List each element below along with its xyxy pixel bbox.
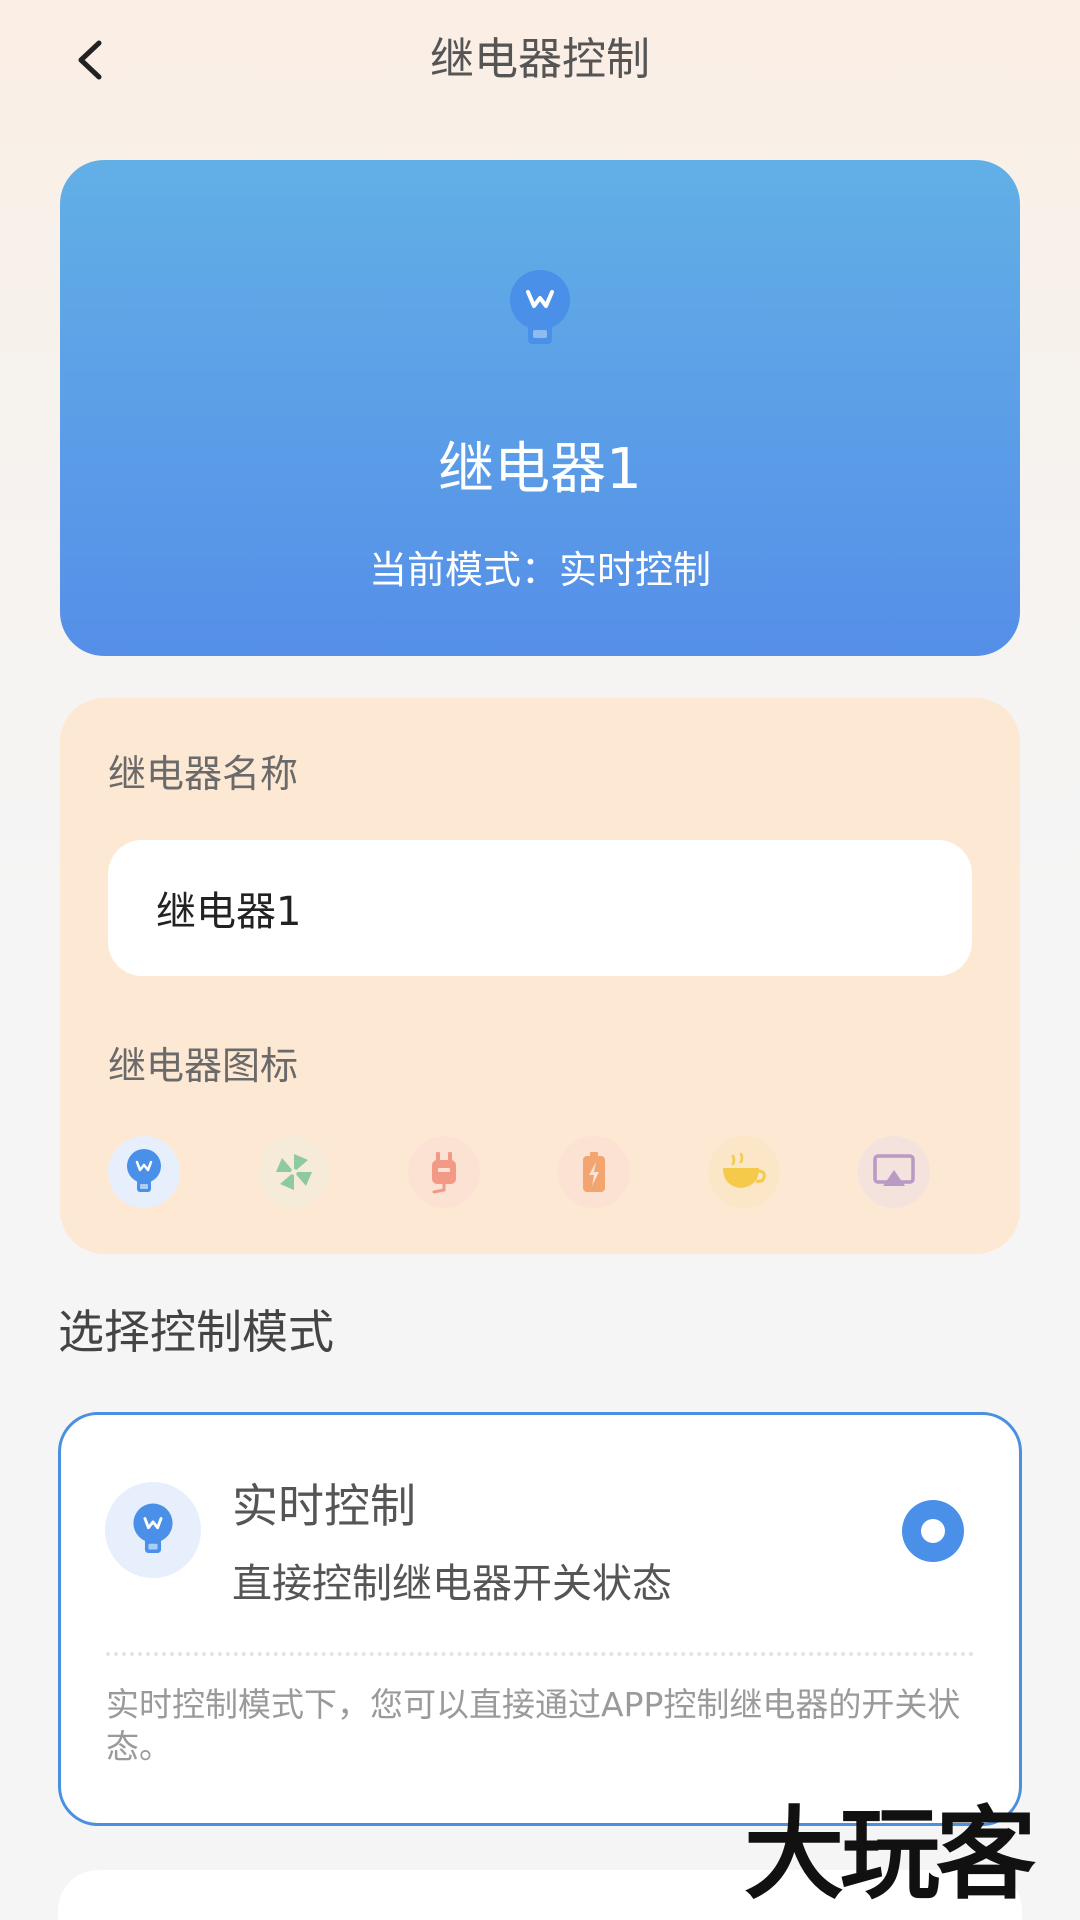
top-bar: 继电器控制 [0,0,1080,120]
screen-cast-icon [873,1154,915,1186]
icon-option-lightbulb[interactable] [108,1136,180,1208]
relay-name-input[interactable] [108,840,972,976]
coffee-cup-icon [723,1152,766,1188]
mode-option-note: 实时控制模式下，您可以直接通过APP控制继电器的开关状态。 [106,1685,961,1766]
lightbulb-icon [133,1503,173,1553]
relay-name-label: 继电器名称 [108,752,299,796]
icon-option-battery[interactable] [558,1136,630,1208]
icon-option-coffee[interactable] [708,1136,780,1208]
icon-option-fan[interactable] [258,1136,330,1208]
plug-icon [432,1152,456,1194]
mode-icon-badge [105,1482,201,1578]
icon-option-plug[interactable] [408,1136,480,1208]
lightbulb-icon [127,1149,161,1192]
current-mode-label: 当前模式：实时控制 [368,548,711,592]
mode-option-title: 实时控制 [232,1479,416,1533]
fan-icon [276,1154,312,1190]
divider [106,1652,974,1656]
lightbulb-icon [510,270,570,344]
relay-icon-label: 继电器图标 [108,1044,299,1088]
battery-icon [583,1152,605,1192]
icon-option-screen-cast[interactable] [858,1136,930,1208]
watermark-logo: 大玩客 [744,1796,1036,1913]
mode-radio-selected[interactable] [902,1500,964,1562]
control-mode-section-title: 选择控制模式 [58,1305,334,1359]
page-title: 继电器控制 [430,34,650,85]
radio-dot [921,1519,945,1543]
relay-name: 继电器1 [438,437,642,502]
mode-option-description: 直接控制继电器开关状态 [232,1561,672,1607]
